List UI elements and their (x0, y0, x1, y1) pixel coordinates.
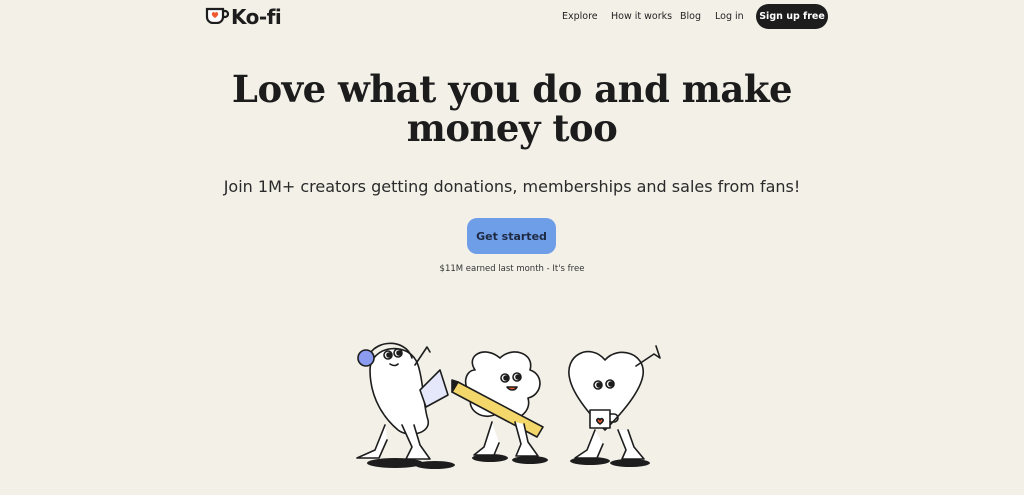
heart-mug-character (568, 345, 661, 467)
cta-note: $11M earned last month - It's free (439, 264, 585, 274)
pencil-character (451, 351, 548, 464)
kofi-logo[interactable]: Ko-fi (205, 5, 282, 29)
logo-text: Ko-fi (231, 5, 282, 29)
hero-subtitle: Join 1M+ creators getting donations, mem… (223, 177, 801, 196)
hero-title-line2: money too (406, 106, 618, 150)
nav-how-it-works[interactable]: How it works (611, 11, 672, 22)
top-nav: Ko-fi Explore How it works Blog Log in S… (0, 0, 1024, 34)
get-started-button[interactable]: Get started (467, 218, 556, 254)
nav-blog[interactable]: Blog (680, 11, 701, 22)
hero-title-line1: Love what you do and make (231, 67, 793, 111)
cup-icon (205, 6, 230, 28)
hero-title: Love what you do and make money too (0, 70, 1024, 148)
sign-up-button[interactable]: Sign up free (756, 4, 828, 29)
hero-illustration (340, 330, 680, 470)
nav-explore[interactable]: Explore (562, 11, 598, 22)
nav-log-in[interactable]: Log in (715, 11, 744, 22)
headphone-laptop-character (356, 342, 455, 469)
